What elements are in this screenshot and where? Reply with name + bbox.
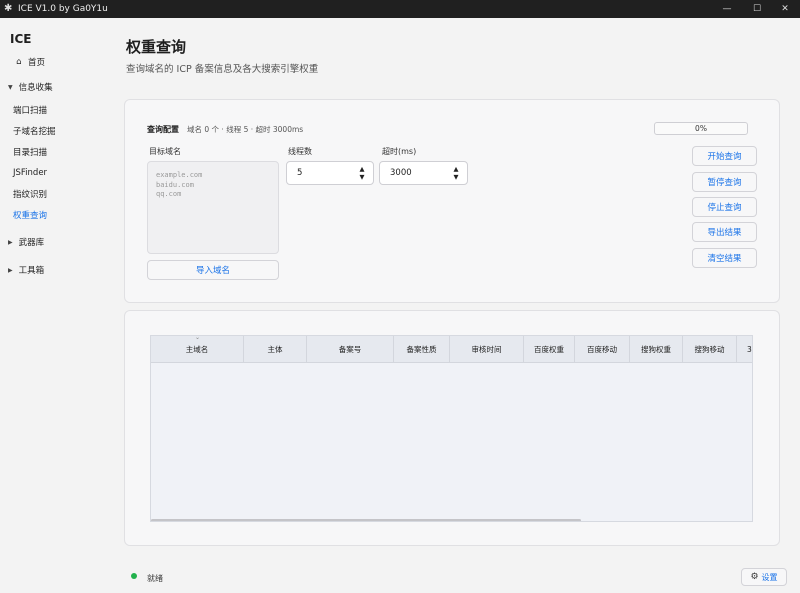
sidebar-group-label: 武器库 bbox=[18, 238, 45, 248]
sidebar-group-arsenal[interactable]: ▶ 武器库 bbox=[0, 233, 105, 251]
table-header: ⌄ 主域名 主体 备案号 备案性质 审核时间 百度权重 百度移动 搜狗权重 搜狗… bbox=[151, 336, 752, 363]
close-icon[interactable]: ✕ bbox=[770, 0, 800, 18]
sidebar-item-label: 端口扫描 bbox=[13, 106, 48, 116]
threads-value: 5 bbox=[297, 168, 303, 178]
export-results-button[interactable]: 导出结果 bbox=[692, 222, 757, 242]
sidebar-item-weight-query[interactable]: 权重查询 bbox=[0, 206, 105, 224]
threads-label: 线程数 bbox=[288, 147, 312, 156]
settings-label: 设置 bbox=[761, 572, 778, 582]
column-header[interactable]: 搜狗移动 bbox=[683, 336, 737, 363]
status-indicator bbox=[131, 573, 137, 579]
sidebar-group-label: 信息收集 bbox=[18, 83, 53, 93]
sidebar-item-home[interactable]: ⌂ 首页 bbox=[0, 53, 105, 71]
arrow-down-icon[interactable]: ▼ bbox=[454, 173, 459, 181]
sort-indicator-icon: ⌄ bbox=[195, 335, 201, 341]
config-title: 查询配置 bbox=[147, 125, 179, 134]
chevron-right-icon: ▶ bbox=[8, 238, 13, 246]
sidebar: ICE ⌂ 首页 ▼ 信息收集 端口扫描 子域名挖掘 目录扫描 JSFinder… bbox=[0, 18, 105, 593]
horizontal-scrollbar[interactable] bbox=[151, 519, 581, 521]
stop-query-button[interactable]: 停止查询 bbox=[692, 197, 757, 217]
page-subtitle: 查询域名的 ICP 备案信息及各大搜索引擎权重 bbox=[126, 64, 319, 75]
import-domains-button[interactable]: 导入域名 bbox=[147, 260, 279, 280]
window-title: ICE V1.0 by Ga0Y1u bbox=[18, 4, 108, 14]
column-header[interactable]: 百度权重 bbox=[524, 336, 575, 363]
sidebar-item-label: 指纹识别 bbox=[13, 190, 48, 200]
query-config-card: 查询配置 域名 0 个 · 线程 5 · 超时 3000ms 0% 目标域名 e… bbox=[124, 99, 780, 303]
sidebar-brand: ICE bbox=[10, 32, 32, 46]
app-logo-icon: ✱ bbox=[4, 3, 13, 14]
clear-results-button[interactable]: 清空结果 bbox=[692, 248, 757, 268]
sidebar-item-port-scan[interactable]: 端口扫描 bbox=[0, 101, 105, 119]
timeout-value: 3000 bbox=[390, 168, 412, 178]
progress-text: 0% bbox=[695, 124, 707, 133]
target-domain-label: 目标域名 bbox=[149, 147, 181, 156]
home-icon: ⌂ bbox=[16, 57, 22, 67]
minimize-icon[interactable]: — bbox=[712, 0, 742, 18]
column-header[interactable]: 备案性质 bbox=[394, 336, 450, 363]
target-domain-input[interactable]: example.com baidu.com qq.com bbox=[147, 161, 279, 254]
settings-button[interactable]: ⚙ 设置 bbox=[741, 568, 787, 586]
chevron-down-icon: ▼ bbox=[8, 83, 13, 91]
status-text: 就绪 bbox=[147, 574, 163, 583]
results-table[interactable]: ⌄ 主域名 主体 备案号 备案性质 审核时间 百度权重 百度移动 搜狗权重 搜狗… bbox=[150, 335, 753, 522]
column-header[interactable]: 百度移动 bbox=[575, 336, 630, 363]
sidebar-item-subdomain[interactable]: 子域名挖掘 bbox=[0, 122, 105, 140]
arrow-down-icon[interactable]: ▼ bbox=[360, 173, 365, 181]
title-bar: ✱ ICE V1.0 by Ga0Y1u bbox=[0, 0, 800, 18]
page-title: 权重查询 bbox=[126, 38, 187, 56]
sidebar-item-dir-scan[interactable]: 目录扫描 bbox=[0, 143, 105, 161]
gear-icon: ⚙ bbox=[750, 572, 759, 582]
arrow-up-icon[interactable]: ▲ bbox=[454, 165, 459, 173]
threads-spinbox[interactable]: 5 ▲ ▼ bbox=[286, 161, 374, 185]
sidebar-group-toolbox[interactable]: ▶ 工具箱 bbox=[0, 261, 105, 279]
sidebar-item-label: JSFinder bbox=[13, 168, 48, 178]
maximize-icon[interactable]: ☐ bbox=[742, 0, 772, 18]
start-query-button[interactable]: 开始查询 bbox=[692, 146, 757, 166]
sidebar-item-label: 权重查询 bbox=[13, 211, 48, 221]
column-header[interactable]: ⌄ 主域名 bbox=[151, 336, 244, 363]
column-header[interactable]: 3 bbox=[737, 336, 752, 363]
column-header[interactable]: 主体 bbox=[244, 336, 307, 363]
sidebar-item-fingerprint[interactable]: 指纹识别 bbox=[0, 185, 105, 203]
sidebar-item-label: 目录扫描 bbox=[13, 148, 48, 158]
column-header[interactable]: 审核时间 bbox=[450, 336, 524, 363]
results-card: ⌄ 主域名 主体 备案号 备案性质 审核时间 百度权重 百度移动 搜狗权重 搜狗… bbox=[124, 310, 780, 546]
progress-bar: 0% bbox=[654, 122, 748, 135]
sidebar-item-label: 子域名挖掘 bbox=[13, 127, 56, 137]
config-summary: 域名 0 个 · 线程 5 · 超时 3000ms bbox=[187, 125, 304, 134]
pause-query-button[interactable]: 暂停查询 bbox=[692, 172, 757, 192]
arrow-up-icon[interactable]: ▲ bbox=[360, 165, 365, 173]
column-header[interactable]: 搜狗权重 bbox=[630, 336, 683, 363]
timeout-spinbox[interactable]: 3000 ▲ ▼ bbox=[379, 161, 468, 185]
sidebar-item-jsfinder[interactable]: JSFinder bbox=[0, 164, 105, 182]
column-header[interactable]: 备案号 bbox=[307, 336, 394, 363]
chevron-right-icon: ▶ bbox=[8, 266, 13, 274]
timeout-label: 超时(ms) bbox=[382, 147, 417, 156]
sidebar-group-info[interactable]: ▼ 信息收集 bbox=[0, 78, 105, 96]
sidebar-item-label: 首页 bbox=[28, 58, 46, 68]
sidebar-group-label: 工具箱 bbox=[18, 266, 45, 276]
